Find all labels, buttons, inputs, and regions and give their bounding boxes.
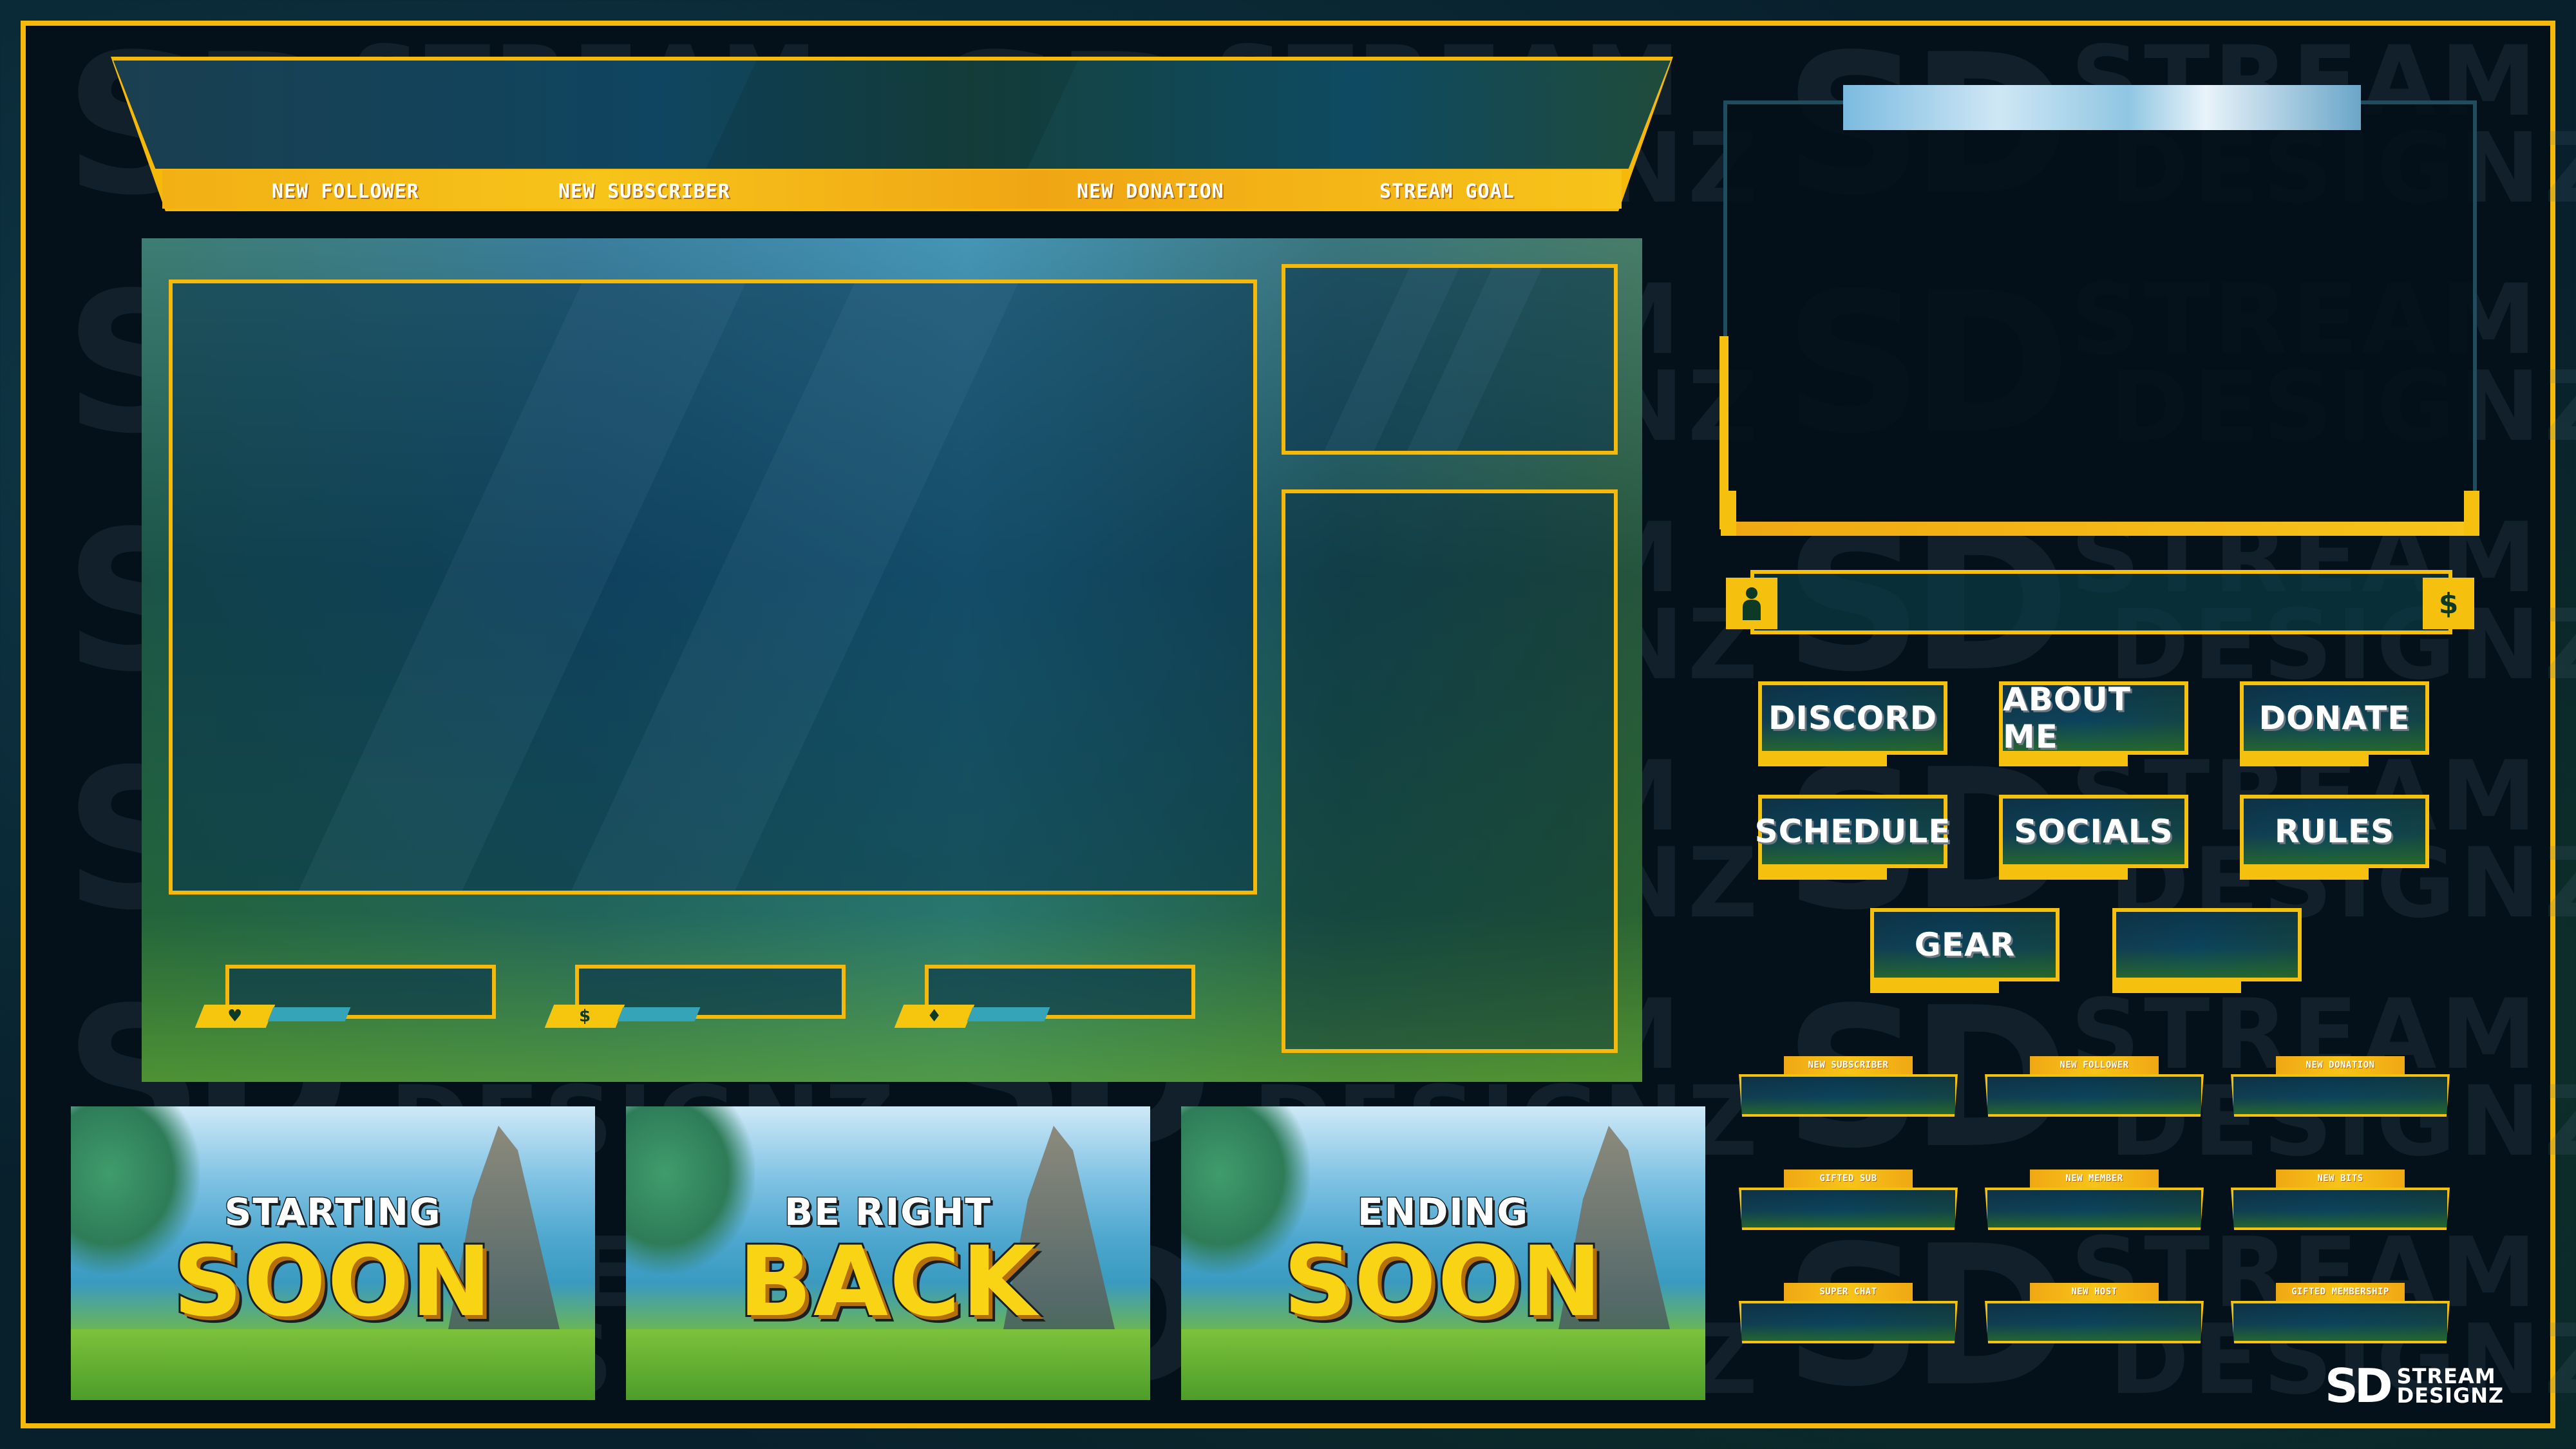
screen-title-line2: SOON bbox=[171, 1226, 494, 1338]
panel-gear[interactable]: GEAR bbox=[1870, 908, 2060, 993]
panel-socials[interactable]: SOCIALS bbox=[1999, 795, 2188, 880]
alert-label: SUPER CHAT bbox=[1819, 1287, 1877, 1297]
donation-goal-bar bbox=[1750, 570, 2452, 634]
screen-title: ENDING SOON bbox=[1181, 1189, 1705, 1338]
small-webcam-frame bbox=[1282, 264, 1618, 455]
alert-tab: SUPER CHAT bbox=[1784, 1283, 1913, 1301]
alert-box bbox=[2231, 1301, 2450, 1343]
banner-label-stream-goal: STREAM GOAL bbox=[1379, 180, 1515, 203]
brand-logo-mark: SD bbox=[2325, 1359, 2393, 1413]
alert-box bbox=[1985, 1301, 2204, 1343]
alerts-banner-scene bbox=[113, 61, 1671, 169]
webcam-top-banner bbox=[1843, 85, 2361, 130]
alert-label: NEW DONATION bbox=[2306, 1060, 2375, 1070]
panel-label: SCHEDULE bbox=[1754, 813, 1951, 850]
alert-tab: NEW BITS bbox=[2276, 1170, 2405, 1188]
webcam-bottom-bar bbox=[1723, 522, 2477, 536]
alert-label: NEW FOLLOWER bbox=[2060, 1060, 2129, 1070]
alert-tab: GIFTED SUB bbox=[1784, 1170, 1913, 1188]
alert-label: GIFTED MEMBERSHIP bbox=[2291, 1287, 2389, 1297]
user-icon bbox=[1726, 578, 1777, 629]
alert-tab: NEW HOST bbox=[2030, 1283, 2159, 1301]
screen-grass bbox=[1181, 1329, 1705, 1400]
panel-discord[interactable]: DISCORD bbox=[1758, 681, 1947, 766]
alert-tab: NEW DONATION bbox=[2276, 1056, 2405, 1074]
alert-label: GIFTED SUB bbox=[1819, 1173, 1877, 1184]
chat-frame bbox=[1282, 489, 1618, 1053]
screen-title: STARTING SOON bbox=[71, 1189, 595, 1338]
panel-label: SOCIALS bbox=[2014, 813, 2174, 850]
alert-label: NEW SUBSCRIBER bbox=[1808, 1060, 1889, 1070]
dollar-icon: $ bbox=[2423, 578, 2474, 629]
gameplay-frame bbox=[169, 279, 1257, 895]
webcam-corner-left bbox=[1721, 491, 1736, 536]
panel-schedule[interactable]: SCHEDULE bbox=[1755, 795, 1950, 880]
alert-label: NEW HOST bbox=[2071, 1287, 2117, 1297]
brand-logo-line2: DESIGNZ bbox=[2396, 1383, 2505, 1408]
panel-donate[interactable]: DONATE bbox=[2240, 681, 2429, 766]
banner-label-new-subscriber: NEW SUBSCRIBER bbox=[558, 180, 730, 203]
user-icon-glyph bbox=[1743, 587, 1761, 620]
info-tag-1: ♥ bbox=[194, 1005, 276, 1028]
dollar-icon: $ bbox=[578, 1007, 591, 1026]
alert-box bbox=[1985, 1074, 2204, 1117]
panel-about-me[interactable]: ABOUT ME bbox=[1999, 681, 2188, 766]
screen-grass bbox=[71, 1329, 595, 1400]
webcam-frame bbox=[1719, 85, 2479, 536]
alert-box bbox=[2231, 1188, 2450, 1230]
panel-label: GEAR bbox=[1914, 926, 2016, 963]
info-tag-3: ♦ bbox=[894, 1005, 975, 1028]
panel-label: RULES bbox=[2274, 813, 2395, 850]
screen-title-line2: SOON bbox=[1282, 1226, 1604, 1338]
panel-label: DISCORD bbox=[1768, 699, 1938, 737]
info-tail-3 bbox=[967, 1007, 1050, 1021]
screen-ending-soon: ENDING SOON bbox=[1181, 1106, 1705, 1400]
alert-tab: NEW FOLLOWER bbox=[2030, 1056, 2159, 1074]
panel-label: DONATE bbox=[2259, 699, 2410, 737]
brand-logo: SD STREAM DESIGNZ bbox=[2325, 1359, 2504, 1413]
screen-be-right-back: BE RIGHT BACK bbox=[626, 1106, 1150, 1400]
alert-label: NEW BITS bbox=[2317, 1173, 2363, 1184]
info-tail-1 bbox=[267, 1007, 351, 1021]
diamond-icon: ♦ bbox=[927, 1007, 942, 1026]
info-tail-2 bbox=[617, 1007, 701, 1021]
panel-blank[interactable] bbox=[2112, 908, 2302, 993]
banner-label-new-donation: NEW DONATION bbox=[1077, 180, 1224, 203]
alert-box bbox=[1739, 1188, 1958, 1230]
panel-label: ABOUT ME bbox=[2003, 681, 2132, 755]
webcam-corner-right bbox=[2464, 491, 2479, 536]
panel-rules[interactable]: RULES bbox=[2240, 795, 2429, 880]
alert-tab: NEW SUBSCRIBER bbox=[1784, 1056, 1913, 1074]
screen-grass bbox=[626, 1329, 1150, 1400]
heart-icon: ♥ bbox=[227, 1007, 243, 1026]
alert-box bbox=[1739, 1301, 1958, 1343]
alert-box bbox=[1985, 1188, 2204, 1230]
screen-starting-soon: STARTING SOON bbox=[71, 1106, 595, 1400]
alert-box bbox=[2231, 1074, 2450, 1117]
info-tag-2: $ bbox=[544, 1005, 625, 1028]
banner-label-new-follower: NEW FOLLOWER bbox=[272, 180, 419, 203]
alerts-banner: NEW FOLLOWER NEW SUBSCRIBER NEW DONATION… bbox=[111, 57, 1673, 211]
alert-tab: NEW MEMBER bbox=[2030, 1170, 2159, 1188]
screen-title: BE RIGHT BACK bbox=[626, 1189, 1150, 1338]
alert-label: NEW MEMBER bbox=[2065, 1173, 2123, 1184]
brand-logo-text: STREAM DESIGNZ bbox=[2396, 1366, 2505, 1408]
alerts-banner-strip: NEW FOLLOWER NEW SUBSCRIBER NEW DONATION… bbox=[162, 170, 1622, 209]
screen-title-line2: BACK bbox=[737, 1226, 1039, 1338]
alert-tab: GIFTED MEMBERSHIP bbox=[2276, 1283, 2405, 1301]
alert-box bbox=[1739, 1074, 1958, 1117]
